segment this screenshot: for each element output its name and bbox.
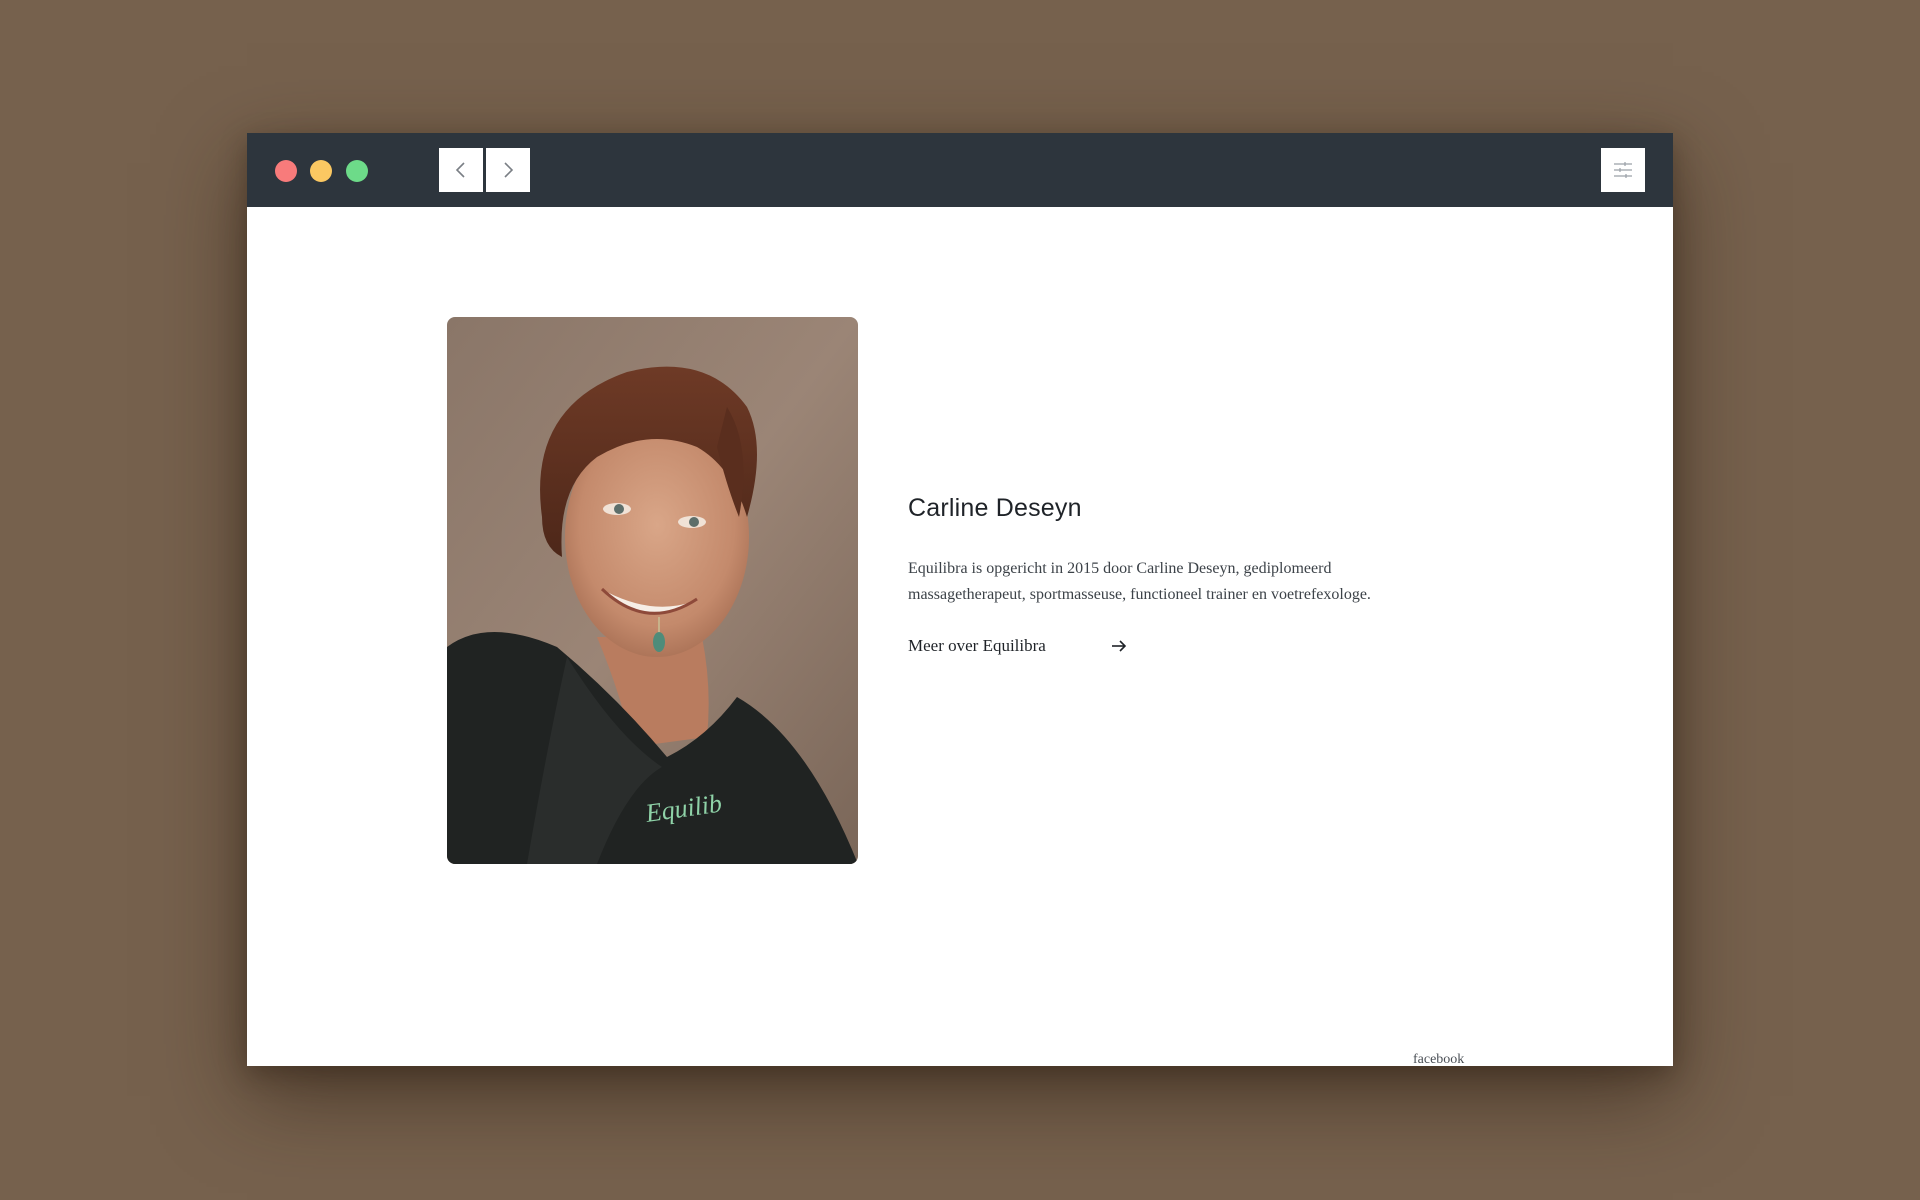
minimize-window-button[interactable] xyxy=(310,160,332,182)
back-button[interactable] xyxy=(439,148,483,192)
chevron-left-icon xyxy=(455,162,465,178)
forward-button[interactable] xyxy=(486,148,530,192)
window-titlebar xyxy=(247,133,1673,207)
chevron-right-icon xyxy=(504,162,514,178)
profile-description: Equilibra is opgericht in 2015 door Carl… xyxy=(908,560,1371,603)
portrait-image: Equilib xyxy=(447,317,858,864)
footer-link-facebook[interactable]: facebook xyxy=(1413,1052,1464,1066)
profile-photo: Equilib xyxy=(447,317,858,864)
close-window-button[interactable] xyxy=(275,160,297,182)
maximize-window-button[interactable] xyxy=(346,160,368,182)
arrow-right-icon xyxy=(1112,640,1127,652)
sliders-icon xyxy=(1614,162,1632,178)
browser-window: Equilib Carline Deseyn Equilibra is opge… xyxy=(247,133,1673,1066)
more-about-link[interactable]: Meer over Equilibra xyxy=(908,636,1127,656)
menu-button[interactable] xyxy=(1601,148,1645,192)
more-about-label: Meer over Equilibra xyxy=(908,636,1046,655)
page-content: Equilib Carline Deseyn Equilibra is opge… xyxy=(247,207,1673,1066)
profile-name: Carline Deseyn xyxy=(908,494,1082,522)
